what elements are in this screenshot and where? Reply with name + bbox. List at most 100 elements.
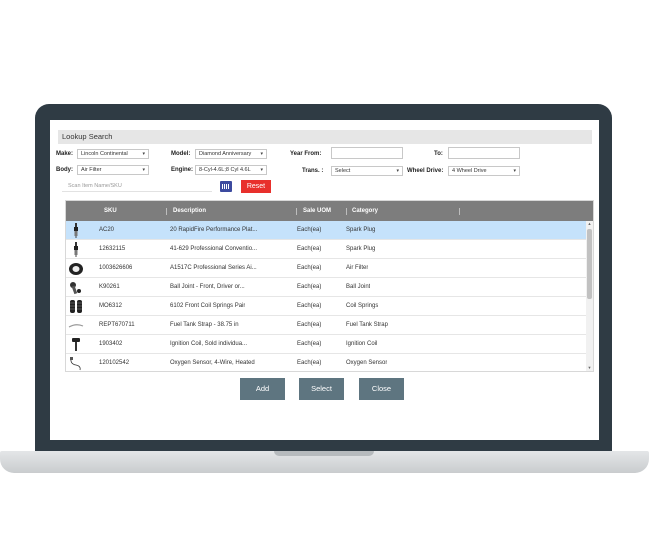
ignition-coil-icon — [68, 337, 84, 352]
oxygen-sensor-icon — [68, 356, 84, 371]
cell-category: Fuel Tank Strap — [346, 322, 388, 328]
cell-sku: MO6312 — [99, 303, 123, 309]
engine-select-value: 8-Cyl-4.6L;8 Cyl 4.6L — [199, 167, 251, 173]
table-row[interactable]: REPT670711 Fuel Tank Strap - 38.75 in Each… — [66, 316, 586, 335]
panel-title: Lookup Search — [58, 130, 592, 144]
cell-category: Spark Plug — [346, 246, 376, 252]
cell-sale-uom: Each(ea) — [297, 360, 322, 366]
cell-description: 20 RapidFire Performance Plat... — [170, 227, 258, 233]
cell-sale-uom: Each(ea) — [297, 284, 322, 290]
table-body: AC20 20 RapidFire Performance Plat... Each… — [66, 221, 586, 371]
cell-sku: 1003626606 — [99, 265, 133, 271]
cell-sale-uom: Each(ea) — [297, 303, 322, 309]
trans-select[interactable]: Select ▾ — [331, 166, 403, 176]
cell-sku: 1903402 — [99, 341, 123, 347]
model-select[interactable]: Diamond Anniversary ▾ — [195, 149, 267, 159]
cell-sale-uom: Each(ea) — [297, 341, 322, 347]
body-select[interactable]: Air Filter ▾ — [77, 165, 149, 175]
column-divider — [346, 208, 347, 215]
column-header-sale-uom[interactable]: Sale UOM — [303, 201, 331, 221]
reset-button[interactable]: Reset — [241, 180, 271, 193]
cell-sale-uom: Each(ea) — [297, 227, 322, 233]
table-row[interactable]: 1903402 Ignition Coil, Sold individua... E… — [66, 335, 586, 354]
scroll-up-icon[interactable]: ▲ — [586, 221, 593, 227]
year-to-label: To: — [434, 151, 443, 157]
model-label: Model: — [171, 151, 191, 157]
cell-description: 6102 Front Coil Springs Pair — [170, 303, 246, 309]
spark-plug-icon — [68, 242, 84, 257]
cell-sku: REPT670711 — [99, 322, 135, 328]
column-header-description[interactable]: Description — [173, 201, 206, 221]
trans-select-value: Select — [335, 168, 351, 174]
table-row[interactable]: 12632115 41-629 Professional Conventio...… — [66, 240, 586, 259]
chevron-down-icon: ▾ — [396, 168, 399, 174]
column-divider — [296, 208, 297, 215]
make-select[interactable]: Lincoln Continental ▾ — [77, 149, 149, 159]
results-table: SKU Description Sale UOM Category AC20 20… — [65, 200, 594, 372]
cell-description: 41-629 Professional Conventio... — [170, 246, 258, 252]
fuel-tank-strap-icon — [68, 318, 84, 333]
chevron-down-icon: ▾ — [260, 167, 263, 173]
search-input[interactable]: Scan Item Name/SKU — [62, 181, 212, 192]
make-label: Make: — [56, 151, 74, 157]
cell-sale-uom: Each(ea) — [297, 322, 322, 328]
chevron-down-icon: ▾ — [260, 151, 263, 157]
year-to-input[interactable] — [448, 147, 520, 159]
table-row[interactable]: K90261 Ball Joint - Front, Driver or... Ea… — [66, 278, 586, 297]
table-scrollbar[interactable]: ▲ ▼ — [586, 221, 593, 371]
wheel-drive-select-value: 4 Wheel Drive — [452, 168, 487, 174]
cell-description: A1517C Professional Series Ai... — [170, 265, 257, 271]
model-select-value: Diamond Anniversary — [199, 151, 252, 157]
table-header: SKU Description Sale UOM Category — [66, 201, 593, 221]
chevron-down-icon: ▾ — [142, 167, 145, 173]
body-select-value: Air Filter — [81, 167, 102, 173]
table-row[interactable]: MO6312 6102 Front Coil Springs Pair Each(e… — [66, 297, 586, 316]
scroll-down-icon[interactable]: ▼ — [586, 365, 593, 371]
chevron-down-icon: ▾ — [142, 151, 145, 157]
laptop-notch — [274, 451, 374, 456]
trans-label: Trans. : — [302, 168, 324, 174]
barcode-scan-icon[interactable] — [220, 181, 232, 192]
ball-joint-icon — [68, 280, 84, 295]
make-select-value: Lincoln Continental — [81, 151, 128, 157]
cell-description: Ignition Coil, Sold individua... — [170, 341, 248, 347]
column-divider — [166, 208, 167, 215]
cell-category: Air Filter — [346, 265, 369, 271]
year-from-label: Year From: — [290, 151, 322, 157]
column-header-category[interactable]: Category — [352, 201, 378, 221]
air-filter-icon — [68, 261, 84, 276]
spark-plug-icon — [68, 223, 84, 238]
select-button[interactable]: Select — [299, 378, 344, 400]
close-button[interactable]: Close — [359, 378, 404, 400]
cell-sku: 120102542 — [99, 360, 130, 366]
cell-category: Coil Springs — [346, 303, 379, 309]
scrollbar-thumb[interactable] — [587, 229, 592, 299]
engine-label: Engine: — [171, 167, 193, 173]
cell-sku: AC20 — [99, 227, 115, 233]
cell-sale-uom: Each(ea) — [297, 246, 322, 252]
app-screen: Lookup Search Make: Lincoln Continental … — [50, 120, 599, 440]
cell-description: Ball Joint - Front, Driver or... — [170, 284, 245, 290]
cell-sale-uom: Each(ea) — [297, 265, 322, 271]
cell-description: Oxygen Sensor, 4-Wire, Heated — [170, 360, 255, 366]
year-from-input[interactable] — [331, 147, 403, 159]
coil-spring-icon — [68, 299, 84, 314]
cell-category: Ignition Coil — [346, 341, 378, 347]
add-button[interactable]: Add — [240, 378, 285, 400]
cell-category: Spark Plug — [346, 227, 376, 233]
cell-category: Ball Joint — [346, 284, 371, 290]
column-divider — [459, 208, 460, 215]
body-label: Body: — [56, 167, 73, 173]
cell-sku: K90261 — [99, 284, 120, 290]
column-header-sku[interactable]: SKU — [104, 201, 117, 221]
cell-sku: 12632115 — [99, 246, 126, 252]
table-row[interactable]: 120102542 Oxygen Sensor, 4-Wire, Heated Ea… — [66, 354, 586, 371]
wheel-drive-label: Wheel Drive: — [407, 168, 444, 174]
wheel-drive-select[interactable]: 4 Wheel Drive ▾ — [448, 166, 520, 176]
cell-category: Oxygen Sensor — [346, 360, 388, 366]
table-row[interactable]: 1003626606 A1517C Professional Series Ai.… — [66, 259, 586, 278]
cell-description: Fuel Tank Strap - 38.75 in — [170, 322, 239, 328]
chevron-down-icon: ▾ — [513, 168, 516, 174]
engine-select[interactable]: 8-Cyl-4.6L;8 Cyl 4.6L ▾ — [195, 165, 267, 175]
table-row[interactable]: AC20 20 RapidFire Performance Plat... Each… — [66, 221, 586, 240]
